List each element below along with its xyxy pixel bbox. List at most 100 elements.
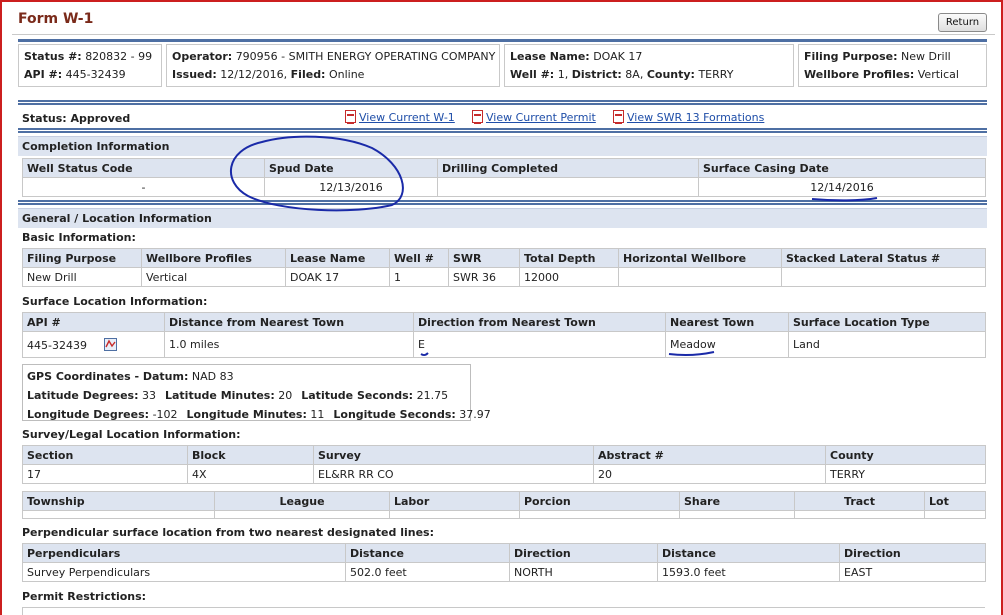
permit-header: Status #: 820832 - 99 API #: 445-32439 O… <box>18 39 987 88</box>
county-value: TERRY <box>698 68 734 81</box>
tract-cell <box>794 510 925 519</box>
lease-name-label: Lease Name: <box>510 50 590 63</box>
wellbore-profiles-value: Vertical <box>917 68 959 81</box>
longitude-seconds-label: Longitude Seconds: <box>333 408 456 421</box>
distance-2-cell: 1593.0 feet <box>657 562 840 582</box>
basic-info-table: Filing Purpose Wellbore Profiles Lease N… <box>22 248 986 287</box>
general-section-header: General / Location Information <box>18 208 987 228</box>
map-icon[interactable] <box>104 337 118 351</box>
operator-value: 790956 - SMITH ENERGY OPERATING COMPANY <box>235 50 496 63</box>
horizontal-wellbore-cell <box>618 267 782 287</box>
permit-restrictions-title: Permit Restrictions: <box>22 590 147 603</box>
col-surface-location-type: Surface Location Type <box>788 312 986 332</box>
swr-cell: SWR 36 <box>448 267 520 287</box>
datum-label: GPS Coordinates - Datum: <box>27 370 189 383</box>
pdf-icon <box>613 110 624 124</box>
direction-town-cell: E <box>413 331 666 358</box>
latitude-minutes-label: Latitude Minutes: <box>164 389 275 402</box>
col-abstract: Abstract # <box>593 445 826 465</box>
well-status-code-value: - <box>22 177 265 197</box>
abstract-cell: 20 <box>593 464 826 484</box>
share-cell <box>679 510 795 519</box>
col-distance-2: Distance <box>657 543 840 563</box>
lease-cell: Lease Name: DOAK 17 Well #: 1, District:… <box>504 44 794 87</box>
permit-restrictions-table <box>22 607 985 615</box>
page-title: Form W-1 <box>18 11 94 27</box>
pdf-icon <box>472 110 483 124</box>
direction-1-cell: NORTH <box>509 562 658 582</box>
col-direction-1: Direction <box>509 543 658 563</box>
col-perpendiculars: Perpendiculars <box>22 543 346 563</box>
view-current-permit-label: View Current Permit <box>486 111 596 124</box>
datum-value: NAD 83 <box>191 370 234 383</box>
basic-info-title: Basic Information: <box>22 231 136 244</box>
district-value: 8A <box>625 68 640 81</box>
latitude-seconds-label: Latitude Seconds: <box>301 389 414 402</box>
league-cell <box>214 510 390 519</box>
view-swr13-link[interactable]: View SWR 13 Formations <box>613 110 764 124</box>
perpendicular-title: Perpendicular surface location from two … <box>22 526 434 539</box>
longitude-minutes-label: Longitude Minutes: <box>186 408 307 421</box>
view-current-w1-label: View Current W-1 <box>359 111 455 124</box>
total-depth-cell: 12000 <box>519 267 619 287</box>
survey-title: Survey/Legal Location Information: <box>22 428 241 441</box>
title-divider <box>12 34 995 35</box>
col-api-number: API # <box>22 312 165 332</box>
col-wellbore-profiles: Wellbore Profiles <box>141 248 286 268</box>
col-direction-town: Direction from Nearest Town <box>413 312 666 332</box>
perpendicular-table: Perpendiculars Distance Direction Distan… <box>22 543 986 582</box>
col-porcion: Porcion <box>519 491 680 511</box>
col-drilling-completed: Drilling Completed <box>437 158 699 178</box>
pdf-icon <box>345 110 356 124</box>
longitude-minutes-value: 11 <box>310 408 325 421</box>
well-number-label: Well #: <box>510 68 555 81</box>
col-township: Township <box>22 491 215 511</box>
col-direction-2: Direction <box>839 543 986 563</box>
surface-casing-date-value: 12/14/2016 <box>698 177 986 197</box>
wellbore-profiles-cell: Vertical <box>141 267 286 287</box>
distance-1-cell: 502.0 feet <box>345 562 510 582</box>
col-distance-town: Distance from Nearest Town <box>164 312 414 332</box>
county-label: County: <box>646 68 695 81</box>
col-survey: Survey <box>313 445 594 465</box>
filed-label: Filed: <box>290 68 326 81</box>
latitude-seconds-value: 21.75 <box>416 389 449 402</box>
latitude-degrees-value: 33 <box>141 389 156 402</box>
col-spud-date: Spud Date <box>264 158 438 178</box>
well-number-value: 1 <box>557 68 565 81</box>
gps-coordinates-box: GPS Coordinates - Datum: NAD 83 Latitude… <box>22 364 491 421</box>
api-value: 445-32439 <box>65 68 126 81</box>
labor-cell <box>389 510 520 519</box>
view-current-permit-link[interactable]: View Current Permit <box>472 110 596 124</box>
longitude-degrees-label: Longitude Degrees: <box>27 408 150 421</box>
col-horizontal-wellbore: Horizontal Wellbore <box>618 248 782 268</box>
divider-status <box>18 128 987 133</box>
longitude-degrees-value: -102 <box>152 408 178 421</box>
section-cell: 17 <box>22 464 188 484</box>
filing-purpose-label: Filing Purpose: <box>804 50 898 63</box>
surface-location-title: Surface Location Information: <box>22 295 208 308</box>
lease-name-cell: DOAK 17 <box>285 267 390 287</box>
status-number-value: 820832 - 99 <box>85 50 153 63</box>
api-number-value: 445-32439 <box>27 338 87 352</box>
direction-2-cell: EAST <box>839 562 986 582</box>
issued-label: Issued: <box>172 68 217 81</box>
col-league: League <box>214 491 390 511</box>
issued-value: 12/12/2016 <box>220 68 284 81</box>
lot-cell <box>924 510 986 519</box>
township-cell <box>22 510 215 519</box>
return-button[interactable]: Return <box>938 13 987 32</box>
status-cell: Status #: 820832 - 99 API #: 445-32439 <box>18 44 162 87</box>
block-cell: 4X <box>187 464 314 484</box>
view-swr13-label: View SWR 13 Formations <box>627 111 765 124</box>
wellbore-profiles-label: Wellbore Profiles: <box>804 68 915 81</box>
divider-top <box>18 100 987 105</box>
divider-completion <box>18 200 987 205</box>
api-label: API #: <box>24 68 63 81</box>
view-current-w1-link[interactable]: View Current W-1 <box>345 110 455 124</box>
perpendiculars-cell: Survey Perpendiculars <box>22 562 346 582</box>
completion-section-header: Completion Information <box>18 136 987 156</box>
filing-purpose-value: New Drill <box>901 50 951 63</box>
operator-cell: Operator: 790956 - SMITH ENERGY OPERATIN… <box>166 44 500 87</box>
col-lease-name: Lease Name <box>285 248 390 268</box>
